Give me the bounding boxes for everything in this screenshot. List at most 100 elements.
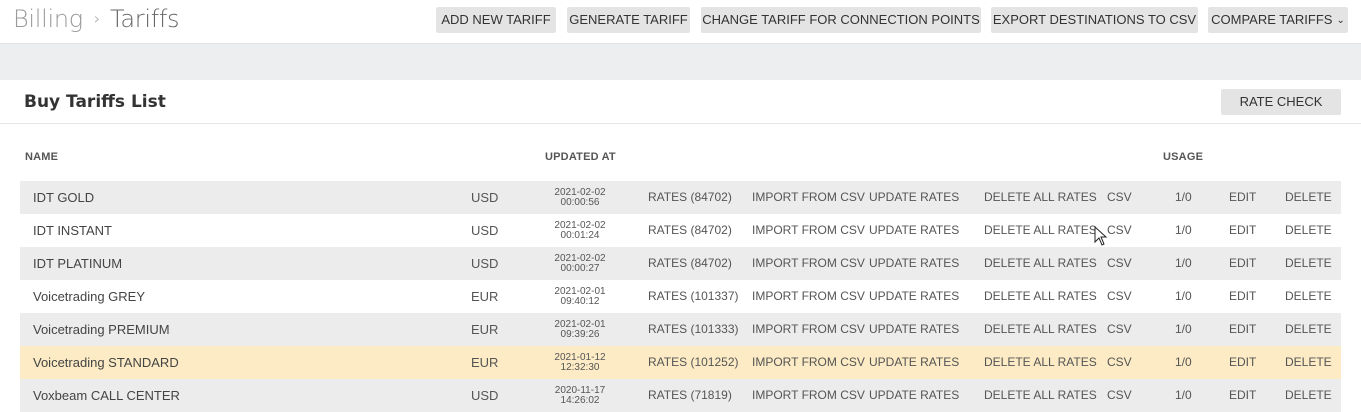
edit-link[interactable]: EDIT (1229, 379, 1256, 412)
panel-title: Buy Tariffs List (24, 92, 166, 112)
updated-time: 14:26:02 (560, 395, 600, 406)
updated-at: 2021-02-01 09:40:12 (553, 280, 607, 313)
table-row[interactable]: Voicetrading GREY EUR RATES (101337) IMPORT… (20, 280, 1341, 313)
updated-time: 09:39:26 (560, 329, 600, 340)
breadcrumb: Billing › Tariffs (13, 5, 180, 33)
table-row[interactable]: IDT GOLD USD RATES (84702) IMPORT FROM CSV U… (20, 181, 1341, 214)
compare-tariffs-dropdown[interactable]: COMPARE TARIFFS ⌄ (1208, 7, 1348, 33)
updated-time: 09:40:12 (560, 296, 600, 307)
generate-tariff-button[interactable]: GENERATE TARIFF (567, 7, 690, 33)
delete-all-rates-link[interactable]: DELETE ALL RATES (984, 280, 1097, 313)
edit-link[interactable]: EDIT (1229, 346, 1256, 379)
tariff-name: Voxbeam CALL CENTER (33, 388, 180, 403)
table-row[interactable]: IDT INSTANT USD RATES (84702) IMPORT FROM C… (20, 214, 1341, 247)
csv-link[interactable]: CSV (1107, 247, 1132, 280)
import-from-csv-link[interactable]: IMPORT FROM CSV (752, 247, 865, 280)
delete-link[interactable]: DELETE (1285, 346, 1332, 379)
import-from-csv-link[interactable]: IMPORT FROM CSV (752, 214, 865, 247)
edit-link[interactable]: EDIT (1229, 313, 1256, 346)
table-row[interactable]: Voicetrading STANDARD EUR RATES (101252) IM… (20, 346, 1341, 379)
delete-all-rates-link[interactable]: DELETE ALL RATES (984, 214, 1097, 247)
delete-link[interactable]: DELETE (1285, 313, 1332, 346)
updated-at: 2020-11-17 14:26:02 (553, 379, 607, 412)
updated-at: 2021-02-02 00:00:56 (553, 181, 607, 214)
delete-link[interactable]: DELETE (1285, 181, 1332, 214)
panel-divider (0, 123, 1361, 124)
delete-all-rates-link[interactable]: DELETE ALL RATES (984, 181, 1097, 214)
table-row[interactable]: Voicetrading PREMIUM EUR RATES (101333) IMP… (20, 313, 1341, 346)
rate-check-button[interactable]: RATE CHECK (1221, 89, 1341, 115)
chevron-down-icon: ⌄ (1336, 15, 1345, 26)
update-rates-link[interactable]: UPDATE RATES (869, 379, 959, 412)
update-rates-link[interactable]: UPDATE RATES (869, 313, 959, 346)
import-from-csv-link[interactable]: IMPORT FROM CSV (752, 181, 865, 214)
tariff-name: IDT INSTANT (33, 223, 112, 238)
currency: EUR (471, 322, 499, 337)
csv-link[interactable]: CSV (1107, 214, 1132, 247)
import-from-csv-link[interactable]: IMPORT FROM CSV (752, 379, 865, 412)
update-rates-link[interactable]: UPDATE RATES (869, 346, 959, 379)
breadcrumb-separator: › (93, 9, 101, 28)
csv-link[interactable]: CSV (1107, 181, 1132, 214)
rates-link[interactable]: RATES (84702) (648, 181, 732, 214)
tariff-name: Voicetrading GREY (33, 289, 146, 304)
change-tariff-button[interactable]: CHANGE TARIFF FOR CONNECTION POINTS (701, 7, 981, 33)
rates-link[interactable]: RATES (71819) (648, 379, 732, 412)
delete-link[interactable]: DELETE (1285, 379, 1332, 412)
mouse-pointer-icon (1094, 226, 1108, 246)
edit-link[interactable]: EDIT (1229, 280, 1256, 313)
updated-time: 00:00:56 (560, 197, 600, 208)
rates-link[interactable]: RATES (101337) (648, 280, 739, 313)
csv-link[interactable]: CSV (1107, 379, 1132, 412)
delete-link[interactable]: DELETE (1285, 280, 1332, 313)
import-from-csv-link[interactable]: IMPORT FROM CSV (752, 313, 865, 346)
currency: USD (471, 190, 499, 205)
table-row[interactable]: IDT PLATINUM USD RATES (84702) IMPORT FROM … (20, 247, 1341, 280)
tariff-name: IDT GOLD (33, 190, 95, 205)
update-rates-link[interactable]: UPDATE RATES (869, 214, 959, 247)
updated-at: 2021-02-01 09:39:26 (553, 313, 607, 346)
edit-link[interactable]: EDIT (1229, 214, 1256, 247)
delete-link[interactable]: DELETE (1285, 214, 1332, 247)
edit-link[interactable]: EDIT (1229, 181, 1256, 214)
updated-at: 2021-02-02 00:00:27 (553, 247, 607, 280)
column-header-name[interactable]: NAME (25, 151, 58, 163)
page-title: Tariffs (110, 5, 180, 33)
csv-link[interactable]: CSV (1107, 346, 1132, 379)
rates-link[interactable]: RATES (84702) (648, 214, 732, 247)
rates-link[interactable]: RATES (84702) (648, 247, 732, 280)
export-destinations-button[interactable]: EXPORT DESTINATIONS TO CSV (991, 7, 1198, 33)
delete-all-rates-link[interactable]: DELETE ALL RATES (984, 346, 1097, 379)
updated-time: 12:32:30 (560, 362, 600, 373)
delete-all-rates-link[interactable]: DELETE ALL RATES (984, 313, 1097, 346)
update-rates-link[interactable]: UPDATE RATES (869, 247, 959, 280)
breadcrumb-billing-link[interactable]: Billing (13, 5, 83, 33)
rates-link[interactable]: RATES (101252) (648, 346, 739, 379)
currency: USD (471, 388, 499, 403)
currency: USD (471, 223, 499, 238)
currency: USD (471, 256, 499, 271)
csv-link[interactable]: CSV (1107, 313, 1132, 346)
tariff-name: IDT PLATINUM (33, 256, 123, 271)
csv-link[interactable]: CSV (1107, 280, 1132, 313)
usage-count: 1/0 (1175, 289, 1192, 303)
compare-tariffs-label: COMPARE TARIFFS (1211, 12, 1333, 27)
update-rates-link[interactable]: UPDATE RATES (869, 280, 959, 313)
delete-link[interactable]: DELETE (1285, 247, 1332, 280)
delete-all-rates-link[interactable]: DELETE ALL RATES (984, 379, 1097, 412)
add-new-tariff-button[interactable]: ADD NEW TARIFF (436, 7, 556, 33)
update-rates-link[interactable]: UPDATE RATES (869, 181, 959, 214)
table-row[interactable]: Voxbeam CALL CENTER USD RATES (71819) IMPOR… (20, 379, 1341, 412)
usage-count: 1/0 (1175, 256, 1192, 270)
rates-link[interactable]: RATES (101333) (648, 313, 739, 346)
toolbar-band (0, 44, 1361, 80)
updated-at: 2021-01-12 12:32:30 (553, 346, 607, 379)
usage-count: 1/0 (1175, 388, 1192, 402)
updated-time: 00:01:24 (560, 230, 600, 241)
column-header-updated-at[interactable]: UPDATED AT (545, 151, 616, 163)
import-from-csv-link[interactable]: IMPORT FROM CSV (752, 280, 865, 313)
import-from-csv-link[interactable]: IMPORT FROM CSV (752, 346, 865, 379)
edit-link[interactable]: EDIT (1229, 247, 1256, 280)
delete-all-rates-link[interactable]: DELETE ALL RATES (984, 247, 1097, 280)
top-bar: Billing › Tariffs ADD NEW TARIFF GENERATE … (0, 0, 1361, 44)
